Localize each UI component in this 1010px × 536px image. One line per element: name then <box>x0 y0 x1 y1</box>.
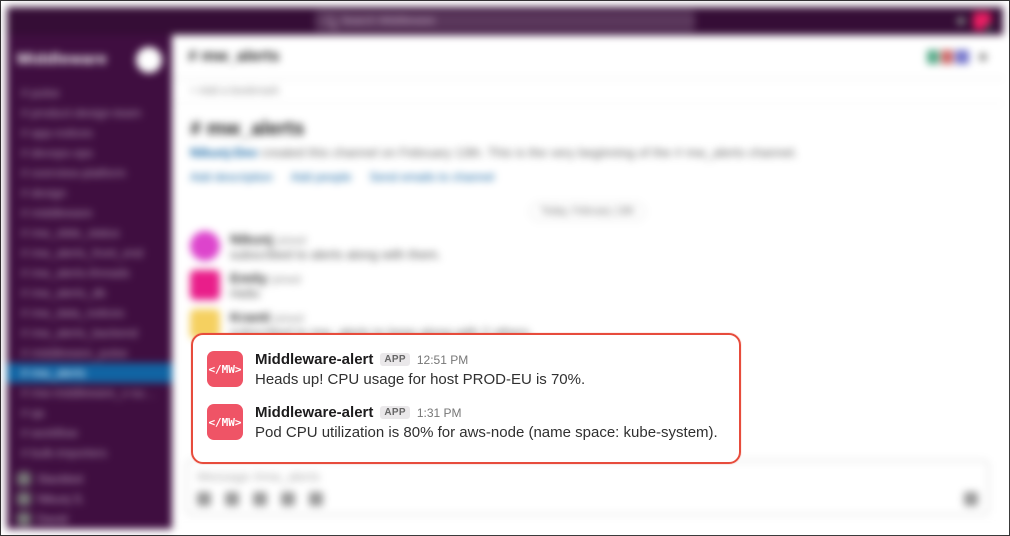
format-icon[interactable] <box>225 492 239 506</box>
global-search[interactable]: Search Middleware <box>315 11 695 31</box>
dm-name: Nikunj S. <box>37 492 85 506</box>
middleware-app-avatar: </MW> <box>207 351 243 387</box>
sidebar-dm-item[interactable]: David <box>7 509 172 529</box>
avatar <box>190 270 220 300</box>
sidebar-channel-item[interactable]: # mw_slide_status <box>7 223 172 243</box>
sidebar-channel-item[interactable]: # mw-middleware_v-support… <box>7 383 172 403</box>
emoji-icon[interactable] <box>253 492 267 506</box>
sidebar-channel-item[interactable]: # devops-ops <box>7 143 172 163</box>
sidebar-channel-item[interactable]: # overview-platform <box>7 163 172 183</box>
sidebar-channel-item[interactable]: # mw_data_notices <box>7 303 172 323</box>
sidebar-channel-item[interactable]: # workflow <box>7 423 172 443</box>
sidebar-channel-item[interactable]: # mw_alerts_front_end <box>7 243 172 263</box>
channel-header-right <box>929 48 987 66</box>
sender-name[interactable]: Emily <box>230 270 267 286</box>
message-row[interactable]: Nikunj joinedsubscribed to alerts along … <box>190 231 985 262</box>
alert-content: Middleware-alert APP 12:51 PM Heads up! … <box>255 351 725 390</box>
channel-header: # mw_alerts <box>172 35 1003 79</box>
sidebar-channel-item[interactable]: # middleware_pulse <box>7 343 172 363</box>
search-placeholder: Search Middleware <box>341 11 435 31</box>
avatar <box>953 48 971 66</box>
middleware-app-avatar: </MW> <box>207 404 243 440</box>
sidebar-channel-item[interactable]: # app-notices <box>7 123 172 143</box>
msg-meta: joined <box>274 313 303 325</box>
composer-toolbar <box>197 492 978 506</box>
sender-name[interactable]: Nikunj <box>230 231 273 247</box>
dm-name: Slackbot <box>37 472 83 486</box>
sidebar-dm-item[interactable]: Nikunj S. <box>7 489 172 509</box>
msg-body: subscribed to alerts along with them. <box>230 247 441 262</box>
sidebar-channel-item[interactable]: # product-design-team <box>7 103 172 123</box>
alert-sender[interactable]: Middleware-alert <box>255 351 373 368</box>
creator-link[interactable]: Nikunj-Dev <box>190 145 258 160</box>
titlebar-right <box>791 12 991 30</box>
mw-logo-icon: </MW> <box>208 363 241 376</box>
alert-content: Middleware-alert APP 1:31 PM Pod CPU uti… <box>255 404 725 443</box>
dm-avatar <box>17 492 31 506</box>
channel-intro-link[interactable]: Send emails to channel <box>369 170 494 184</box>
send-icon[interactable] <box>964 492 978 506</box>
compose-button[interactable] <box>136 47 162 73</box>
composer-placeholder: Message #mw_alerts <box>197 469 978 484</box>
self-avatar[interactable] <box>973 12 991 30</box>
sidebar: Middleware # pulse# product-design-team#… <box>7 35 172 529</box>
alert-sender[interactable]: Middleware-alert <box>255 404 373 421</box>
msg-meta: joined <box>277 235 306 247</box>
presence-badge <box>985 24 993 32</box>
sidebar-channel-item[interactable]: # qa <box>7 403 172 423</box>
avatar <box>190 231 220 261</box>
sidebar-channel-item[interactable]: # mw_alerts <box>7 363 172 383</box>
workspace-name: Middleware <box>17 51 107 69</box>
app-badge: APP <box>380 353 409 366</box>
sidebar-channel-item[interactable]: # mw_alerts-threads <box>7 263 172 283</box>
message-row[interactable]: Emily joinedHello <box>190 270 985 301</box>
channel-title[interactable]: # mw_alerts <box>188 48 280 66</box>
channel-intro-desc: Nikunj-Dev created this channel on Febru… <box>190 145 985 160</box>
sidebar-channel-item[interactable]: # pulse <box>7 83 172 103</box>
date-divider: Today, February 13th <box>190 202 985 221</box>
member-avatars[interactable] <box>929 48 971 66</box>
attach-icon[interactable] <box>197 492 211 506</box>
channel-intro-link[interactable]: Add people <box>291 170 352 184</box>
sidebar-channel-item[interactable]: # mw_alerts_backend <box>7 323 172 343</box>
mention-icon[interactable] <box>281 492 295 506</box>
alert-body: Pod CPU utilization is 80% for aws-node … <box>255 423 725 443</box>
date-pill[interactable]: Today, February 13th <box>530 202 646 221</box>
channel-bookmark-bar[interactable]: + Add a bookmark <box>172 79 1003 104</box>
sidebar-channel-item[interactable]: # design <box>7 183 172 203</box>
alert-message[interactable]: </MW> Middleware-alert APP 12:51 PM Head… <box>207 345 725 396</box>
search-icon <box>325 16 335 26</box>
msg-body: Hello <box>230 286 301 301</box>
message-composer[interactable]: Message #mw_alerts <box>186 460 989 515</box>
alert-body: Heads up! CPU usage for host PROD-EU is … <box>255 370 725 390</box>
sidebar-channel-item[interactable]: # mw_alerts_db <box>7 283 172 303</box>
sender-name[interactable]: Kranti <box>230 309 270 325</box>
sidebar-channel-item[interactable]: # middleware <box>7 203 172 223</box>
mw-logo-icon: </MW> <box>208 416 241 429</box>
app-frame: Search Middleware Middleware # pulse# pr… <box>0 0 1010 536</box>
channel-intro-link[interactable]: Add description <box>190 170 273 184</box>
sidebar-dm-item[interactable]: Slackbot <box>7 469 172 489</box>
dm-avatar <box>17 472 31 486</box>
global-search-wrap: Search Middleware <box>219 11 791 31</box>
workspace-header[interactable]: Middleware <box>7 43 172 83</box>
video-icon[interactable] <box>309 492 323 506</box>
channel-intro-links: Add description Add people Send emails to … <box>190 170 985 184</box>
alert-time: 12:51 PM <box>417 353 468 367</box>
channel-settings-icon[interactable] <box>979 53 987 61</box>
dm-name: David <box>37 512 68 526</box>
titlebar: Search Middleware <box>7 7 1003 35</box>
sidebar-channel-item[interactable]: # bulk-importers <box>7 443 172 463</box>
alert-time: 1:31 PM <box>417 406 462 420</box>
alert-message[interactable]: </MW> Middleware-alert APP 1:31 PM Pod C… <box>207 398 725 449</box>
dm-avatar <box>17 512 31 526</box>
help-icon[interactable] <box>957 17 965 25</box>
msg-meta: joined <box>271 274 300 286</box>
highlighted-alerts: </MW> Middleware-alert APP 12:51 PM Head… <box>191 333 741 464</box>
channel-intro-title: # mw_alerts <box>190 118 985 141</box>
app-badge: APP <box>380 406 409 419</box>
